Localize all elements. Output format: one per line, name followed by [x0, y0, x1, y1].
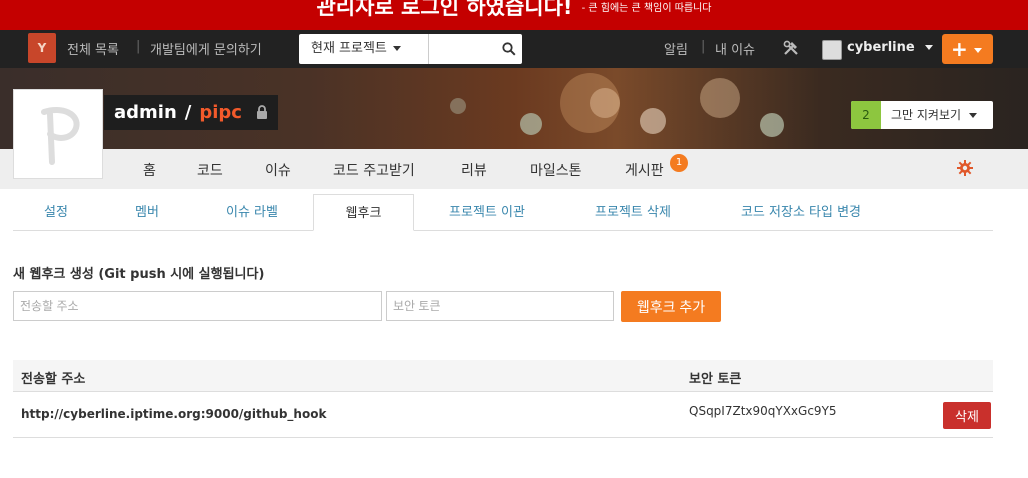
bokeh-light: [700, 78, 740, 118]
chevron-down-icon: [924, 45, 933, 50]
add-webhook-button[interactable]: 웹후크 추가: [621, 291, 721, 322]
tab-settings[interactable]: 설정: [13, 194, 99, 231]
webhook-table-header: 전송할 주소 보안 토큰: [13, 360, 993, 392]
create-new-button[interactable]: +: [942, 34, 993, 64]
alerts-link[interactable]: 알림: [664, 39, 688, 58]
username-label: cyberline: [847, 40, 915, 55]
tab-repo-type-change[interactable]: 코드 저장소 타입 변경: [706, 194, 896, 231]
project-nav-issues[interactable]: 이슈: [265, 160, 291, 180]
tab-project-transfer[interactable]: 프로젝트 이관: [414, 194, 560, 231]
search-icon[interactable]: [502, 42, 516, 56]
all-list-link[interactable]: 전체 목록: [67, 39, 119, 58]
search-box: 현재 프로젝트: [299, 34, 522, 64]
bokeh-light: [520, 113, 542, 135]
project-nav-code[interactable]: 코드: [197, 160, 223, 180]
column-header-url: 전송할 주소: [21, 372, 86, 387]
board-notification-badge: 1: [670, 154, 688, 172]
search-scope-label: 현재 프로젝트: [311, 41, 387, 56]
project-name-link[interactable]: pipc: [199, 102, 242, 123]
project-title: admin / pipc: [104, 95, 279, 130]
project-owner-link[interactable]: admin: [114, 102, 177, 123]
top-navbar: Y 전체 목록 | 개발팀에게 문의하기 현재 프로젝트 알림 | 내 이슈 c…: [0, 30, 1028, 68]
search-scope-dropdown[interactable]: 현재 프로젝트: [299, 34, 429, 64]
tab-members[interactable]: 멤버: [99, 194, 195, 231]
new-webhook-title: 새 웹후크 생성 (Git push 시에 실행됩니다): [13, 267, 265, 282]
project-nav-milestones[interactable]: 마일스톤: [530, 160, 582, 180]
webhook-token-input[interactable]: [386, 291, 614, 321]
project-logo-icon: [41, 107, 80, 165]
webhook-url: http://cyberline.iptime.org:9000/github_…: [21, 407, 327, 421]
admin-banner: 관리자로 로그인 하였습니다! - 큰 힘에는 큰 책임이 따릅니다: [0, 0, 1028, 30]
chevron-down-icon: [392, 46, 401, 51]
chevron-down-icon: [973, 48, 982, 53]
column-header-token: 보안 토큰: [689, 372, 742, 387]
watch-label-text: 그만 지켜보기: [891, 108, 962, 122]
path-separator: /: [184, 102, 192, 123]
lock-icon: [257, 105, 268, 119]
project-nav-pull-requests[interactable]: 코드 주고받기: [333, 160, 415, 180]
tab-issue-labels[interactable]: 이슈 라벨: [195, 194, 309, 231]
webhook-url-input[interactable]: [13, 291, 382, 321]
settings-gear-icon[interactable]: [957, 160, 973, 176]
admin-banner-sub: - 큰 힘에는 큰 책임이 따릅니다: [581, 3, 712, 14]
site-admin-tools-icon[interactable]: [782, 39, 800, 57]
admin-banner-message: 관리자로 로그인 하였습니다!: [316, 0, 573, 19]
watch-label: 그만 지켜보기: [881, 101, 987, 129]
contact-dev-link[interactable]: 개발팀에게 문의하기: [150, 39, 262, 58]
nav-divider: |: [136, 39, 141, 54]
plus-icon: +: [951, 37, 968, 61]
project-nav-review[interactable]: 리뷰: [461, 160, 487, 180]
settings-tabs: 설정 멤버 이슈 라벨 웹후크 프로젝트 이관 프로젝트 삭제 코드 저장소 타…: [13, 194, 993, 231]
chevron-down-icon: [969, 113, 978, 118]
bokeh-light: [760, 113, 784, 137]
bokeh-light: [450, 98, 466, 114]
project-nav-home[interactable]: 홈: [143, 160, 156, 180]
user-menu[interactable]: cyberline: [847, 40, 933, 55]
tab-project-delete[interactable]: 프로젝트 삭제: [560, 194, 706, 231]
logo-icon[interactable]: Y: [28, 33, 56, 63]
bokeh-light: [640, 108, 666, 134]
watch-button[interactable]: 2 그만 지켜보기: [851, 101, 993, 129]
watch-count: 2: [851, 101, 881, 129]
table-row: http://cyberline.iptime.org:9000/github_…: [13, 392, 993, 438]
project-avatar: [13, 89, 103, 179]
my-issues-link[interactable]: 내 이슈: [715, 39, 755, 58]
project-nav: 홈 코드 이슈 코드 주고받기 리뷰 마일스톤 게시판 1: [0, 149, 1028, 189]
search-input[interactable]: [431, 36, 497, 62]
webhook-token: QSqpI7Ztx90qYXxGc9Y5: [689, 404, 837, 418]
bokeh-light: [560, 73, 620, 133]
user-avatar[interactable]: [822, 40, 842, 60]
delete-webhook-button[interactable]: 삭제: [943, 402, 991, 429]
nav-divider: |: [701, 39, 706, 54]
project-nav-board[interactable]: 게시판: [625, 160, 664, 180]
tab-webhooks[interactable]: 웹후크: [313, 194, 414, 231]
